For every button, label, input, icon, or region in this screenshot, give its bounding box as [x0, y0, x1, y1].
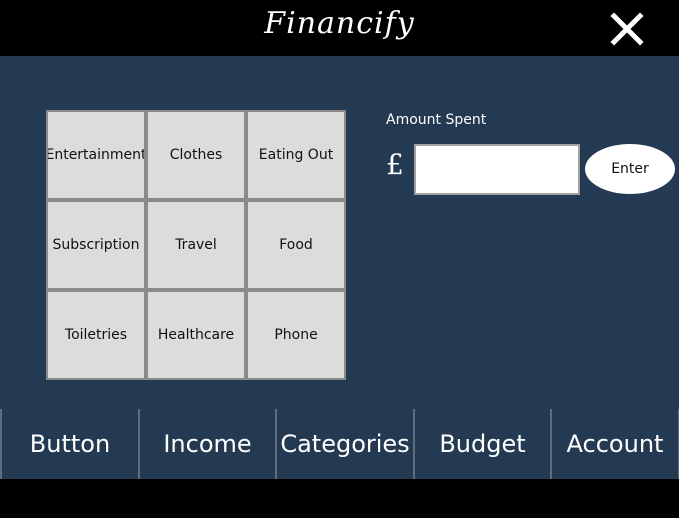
footer-bar	[0, 479, 679, 518]
bottom-nav: Button Income Categories Budget Account	[0, 409, 679, 479]
nav-account[interactable]: Account	[550, 409, 679, 479]
category-button-phone[interactable]: Phone	[246, 290, 346, 380]
enter-button[interactable]: Enter	[585, 144, 675, 194]
currency-symbol: £	[386, 148, 404, 181]
nav-button[interactable]: Button	[0, 409, 139, 479]
category-button-clothes[interactable]: Clothes	[146, 110, 246, 200]
category-button-toiletries[interactable]: Toiletries	[46, 290, 146, 380]
category-button-travel[interactable]: Travel	[146, 200, 246, 290]
category-button-subscription[interactable]: Subscription	[46, 200, 146, 290]
amount-input[interactable]	[414, 144, 580, 195]
nav-income[interactable]: Income	[138, 409, 276, 479]
amount-spent-label: Amount Spent	[386, 112, 487, 128]
app-title: Financify	[264, 6, 415, 41]
close-icon	[610, 12, 644, 46]
nav-categories[interactable]: Categories	[275, 409, 414, 479]
close-button[interactable]	[604, 6, 650, 52]
nav-budget[interactable]: Budget	[413, 409, 551, 479]
category-button-eating-out[interactable]: Eating Out	[246, 110, 346, 200]
category-button-food[interactable]: Food	[246, 200, 346, 290]
category-button-healthcare[interactable]: Healthcare	[146, 290, 246, 380]
title-bar: Financify	[0, 0, 679, 56]
category-button-entertainment[interactable]: Entertainment	[46, 110, 146, 200]
category-grid: Entertainment Clothes Eating Out Subscri…	[46, 110, 346, 380]
